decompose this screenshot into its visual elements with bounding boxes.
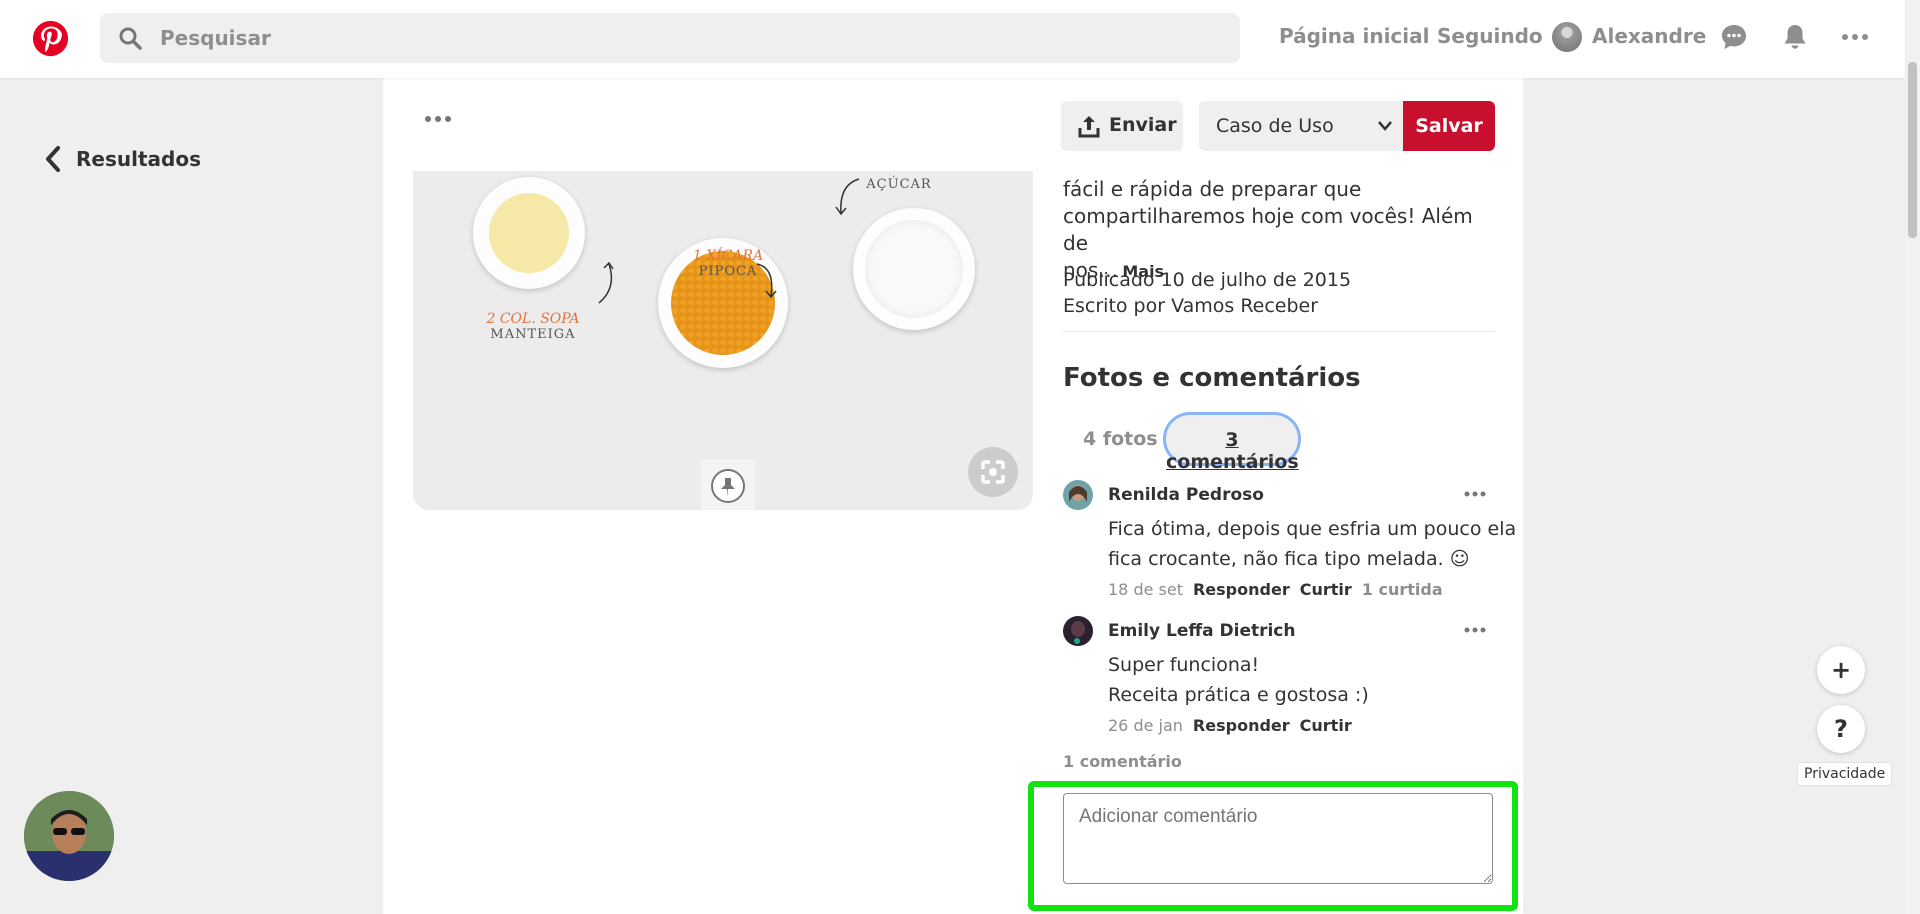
divider xyxy=(1063,331,1495,332)
pin-image-toolbar xyxy=(413,78,1033,171)
send-button[interactable]: Enviar xyxy=(1061,101,1183,151)
board-select-value: Caso de Uso xyxy=(1216,115,1334,137)
comment-text-line: fica crocante, não fica tipo melada. ☺ xyxy=(1108,548,1470,570)
like-button[interactable]: Curtir xyxy=(1300,580,1352,599)
comment-meta: 26 de jan Responder Curtir xyxy=(1108,716,1352,735)
pin-source-badge xyxy=(701,459,755,510)
like-button[interactable]: Curtir xyxy=(1300,716,1352,735)
author-line[interactable]: Escrito por Vamos Receber xyxy=(1063,295,1318,317)
visual-search-icon xyxy=(981,460,1005,484)
create-add-button[interactable]: + xyxy=(1817,646,1865,694)
pin-image[interactable]: AÇÚCAR 1 XÍCARA PIPOCA 2 COL. SOPA MANTE… xyxy=(413,78,1033,510)
board-select[interactable]: Caso de Uso xyxy=(1199,101,1403,151)
search-icon xyxy=(119,27,142,50)
comment-text-line: Super funciona! xyxy=(1108,654,1260,676)
current-user-avatar[interactable] xyxy=(24,791,114,881)
reply-button[interactable]: Responder xyxy=(1193,580,1290,599)
label-butter-qty: 2 COL. SOPA xyxy=(486,311,580,327)
description-line: fácil e rápida de preparar que xyxy=(1063,177,1362,201)
pinterest-logo-icon[interactable] xyxy=(32,20,69,57)
likes-count[interactable]: 1 curtida xyxy=(1362,580,1443,599)
chevron-down-icon xyxy=(1378,121,1392,131)
arrow-decoration-icon xyxy=(835,178,860,216)
scrollbar-thumb[interactable] xyxy=(1908,62,1917,238)
comment-options-icon[interactable] xyxy=(1463,626,1487,634)
comment-meta: 18 de set Responder Curtir 1 curtida xyxy=(1108,580,1443,599)
back-to-results-link[interactable]: Resultados xyxy=(44,145,201,173)
search-bar[interactable]: Pesquisar xyxy=(100,13,1240,63)
comment-text: Super funciona! Receita prática e gostos… xyxy=(1108,650,1369,710)
notifications-bell-icon[interactable] xyxy=(1780,22,1810,52)
label-butter: 2 COL. SOPA MANTEIGA xyxy=(473,311,593,343)
back-label: Resultados xyxy=(76,147,201,171)
butter-bowl-image xyxy=(473,177,585,289)
tab-photos[interactable]: 4 fotos xyxy=(1083,428,1158,450)
comment-text: Fica ótima, depois que esfria um pouco e… xyxy=(1108,514,1516,574)
save-button[interactable]: Salvar xyxy=(1403,101,1495,151)
label-butter-name: MANTEIGA xyxy=(490,327,576,342)
published-date: Publicado 10 de julho de 2015 xyxy=(1063,269,1352,291)
privacy-link[interactable]: Privacidade xyxy=(1797,762,1893,786)
help-button[interactable]: ? xyxy=(1817,705,1865,753)
share-upload-icon xyxy=(1078,116,1100,138)
user-avatar[interactable] xyxy=(1552,22,1582,52)
comment-author-avatar[interactable] xyxy=(1063,480,1093,510)
comment-text-line: Receita prática e gostosa :) xyxy=(1108,684,1369,706)
reply-button[interactable]: Responder xyxy=(1193,716,1290,735)
tab-comments[interactable]: 3 comentários xyxy=(1163,412,1301,473)
focus-highlight-outline xyxy=(1028,781,1518,911)
more-comments-count[interactable]: 1 comentário xyxy=(1063,752,1182,771)
sugar-bowl-image xyxy=(853,208,975,330)
tab-comments-label: 3 comentários xyxy=(1166,429,1299,473)
nav-following-link[interactable]: Seguindo xyxy=(1437,24,1543,48)
comment-date: 26 de jan xyxy=(1108,716,1183,735)
messages-icon[interactable] xyxy=(1719,22,1749,52)
visual-search-button[interactable] xyxy=(968,447,1018,497)
nav-home-link[interactable]: Página inicial xyxy=(1279,24,1430,48)
comment-author-name[interactable]: Renilda Pedroso xyxy=(1108,485,1264,505)
page-scrollbar[interactable] xyxy=(1905,0,1920,914)
label-sugar: AÇÚCAR xyxy=(859,177,939,193)
save-label: Salvar xyxy=(1415,115,1483,137)
comment-text-line: Fica ótima, depois que esfria um pouco e… xyxy=(1108,518,1517,540)
top-navigation-bar: Pesquisar Página inicial Seguindo Alexan… xyxy=(0,0,1905,78)
comment-options-icon[interactable] xyxy=(1463,490,1487,498)
search-placeholder: Pesquisar xyxy=(160,26,271,50)
arrow-decoration-icon xyxy=(756,263,777,299)
arrow-decoration-icon xyxy=(598,261,614,304)
send-label: Enviar xyxy=(1109,114,1177,136)
more-options-icon[interactable] xyxy=(1840,22,1870,52)
comment-date: 18 de set xyxy=(1108,580,1183,599)
comment-author-avatar[interactable] xyxy=(1063,616,1093,646)
comment-author-name[interactable]: Emily Leffa Dietrich xyxy=(1108,621,1296,641)
section-title: Fotos e comentários xyxy=(1063,363,1361,393)
chevron-left-icon xyxy=(46,146,60,172)
label-sugar-name: AÇÚCAR xyxy=(866,177,932,192)
description-line: compartilharemos hoje com vocês! Além de xyxy=(1063,204,1473,255)
nav-profile-link[interactable]: Alexandre xyxy=(1592,24,1706,48)
more-options-icon[interactable] xyxy=(423,114,453,124)
